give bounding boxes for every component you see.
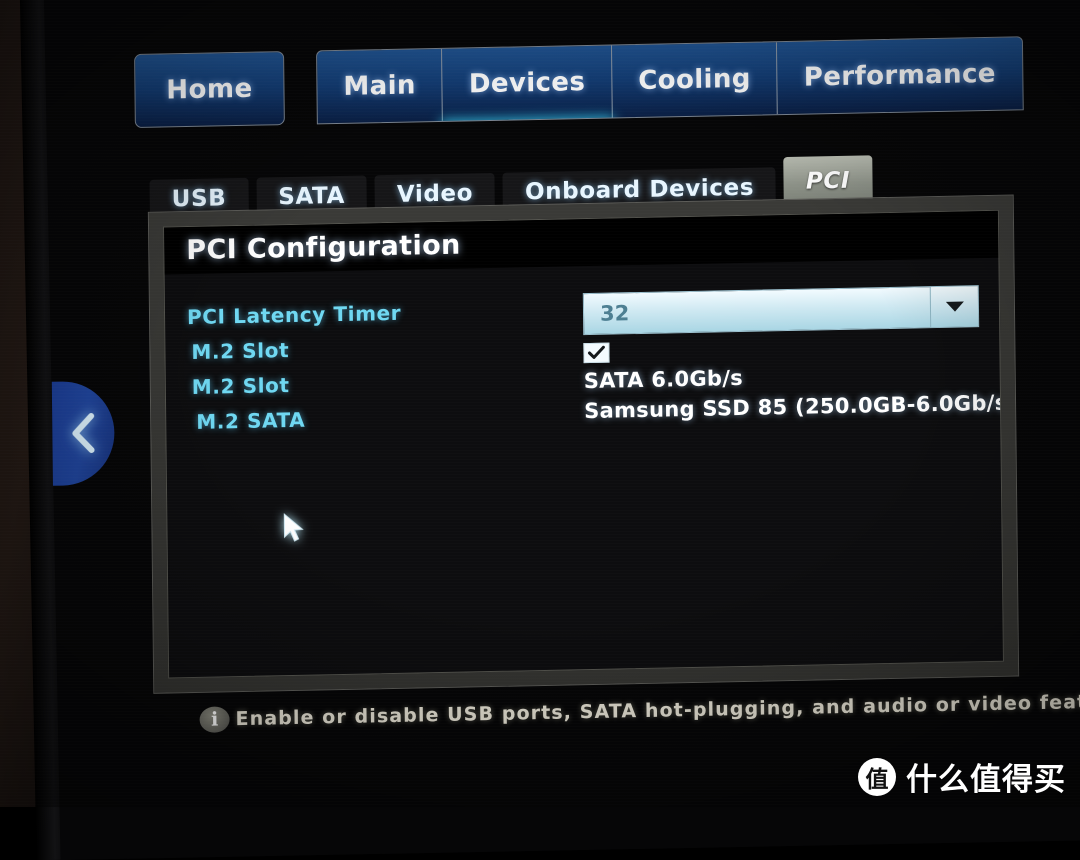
panel-title: PCI Configuration (164, 210, 999, 275)
pci-latency-timer-value: 32 (599, 301, 630, 326)
watermark-text: 什么值得买 (906, 762, 1066, 798)
panel-content: PCI Configuration PCI Latency Timer M.2 … (163, 209, 1004, 679)
mouse-cursor (282, 513, 306, 549)
subtab-video-label: Video (396, 179, 474, 208)
pci-configuration-panel: PCI Configuration PCI Latency Timer M.2 … (147, 194, 1020, 694)
m2-slot-checkbox[interactable] (583, 342, 610, 364)
tab-performance[interactable]: Performance (777, 37, 1022, 114)
watermark: 值 什么值得买 (858, 754, 1066, 799)
m2-slot-value: SATA 6.0Gb/s (583, 365, 744, 394)
bios-setup-ui: Home Main Devices Cooling Performance US (0, 0, 1080, 818)
back-button[interactable] (51, 380, 115, 486)
watermark-logo: 值 (858, 757, 896, 796)
chevron-left-icon (68, 411, 98, 456)
subtab-usb-label: USB (171, 184, 227, 212)
help-bar: i Enable or disable USB ports, SATA hot-… (199, 690, 1080, 733)
settings-value-column: 32 SATA 6.0Gb/s Samsung SSD 85 (250.0GB-… (582, 284, 1004, 423)
tab-devices[interactable]: Devices (442, 45, 613, 125)
tab-home-label: Home (166, 73, 253, 106)
tab-main[interactable]: Main (317, 48, 444, 124)
tab-devices-label: Devices (468, 67, 586, 100)
tab-performance-label: Performance (803, 58, 997, 93)
chevron-down-icon[interactable] (929, 286, 979, 328)
pci-latency-timer-dropdown[interactable]: 32 (582, 285, 980, 336)
tab-cooling-label: Cooling (638, 63, 751, 96)
tab-devices-active-underline (443, 118, 612, 125)
subtab-sata-label: SATA (278, 182, 346, 210)
check-icon (587, 345, 605, 360)
subtab-pci-label: PCI (805, 167, 851, 195)
primary-tab-group: Main Devices Cooling Performance (316, 36, 1024, 125)
tab-main-label: Main (343, 70, 417, 102)
info-icon: i (199, 706, 230, 733)
help-text: Enable or disable USB ports, SATA hot-pl… (235, 689, 1080, 731)
tab-home[interactable]: Home (134, 51, 285, 129)
tab-cooling[interactable]: Cooling (611, 42, 779, 118)
primary-tab-bar: Home Main Devices Cooling Performance (134, 36, 1024, 129)
